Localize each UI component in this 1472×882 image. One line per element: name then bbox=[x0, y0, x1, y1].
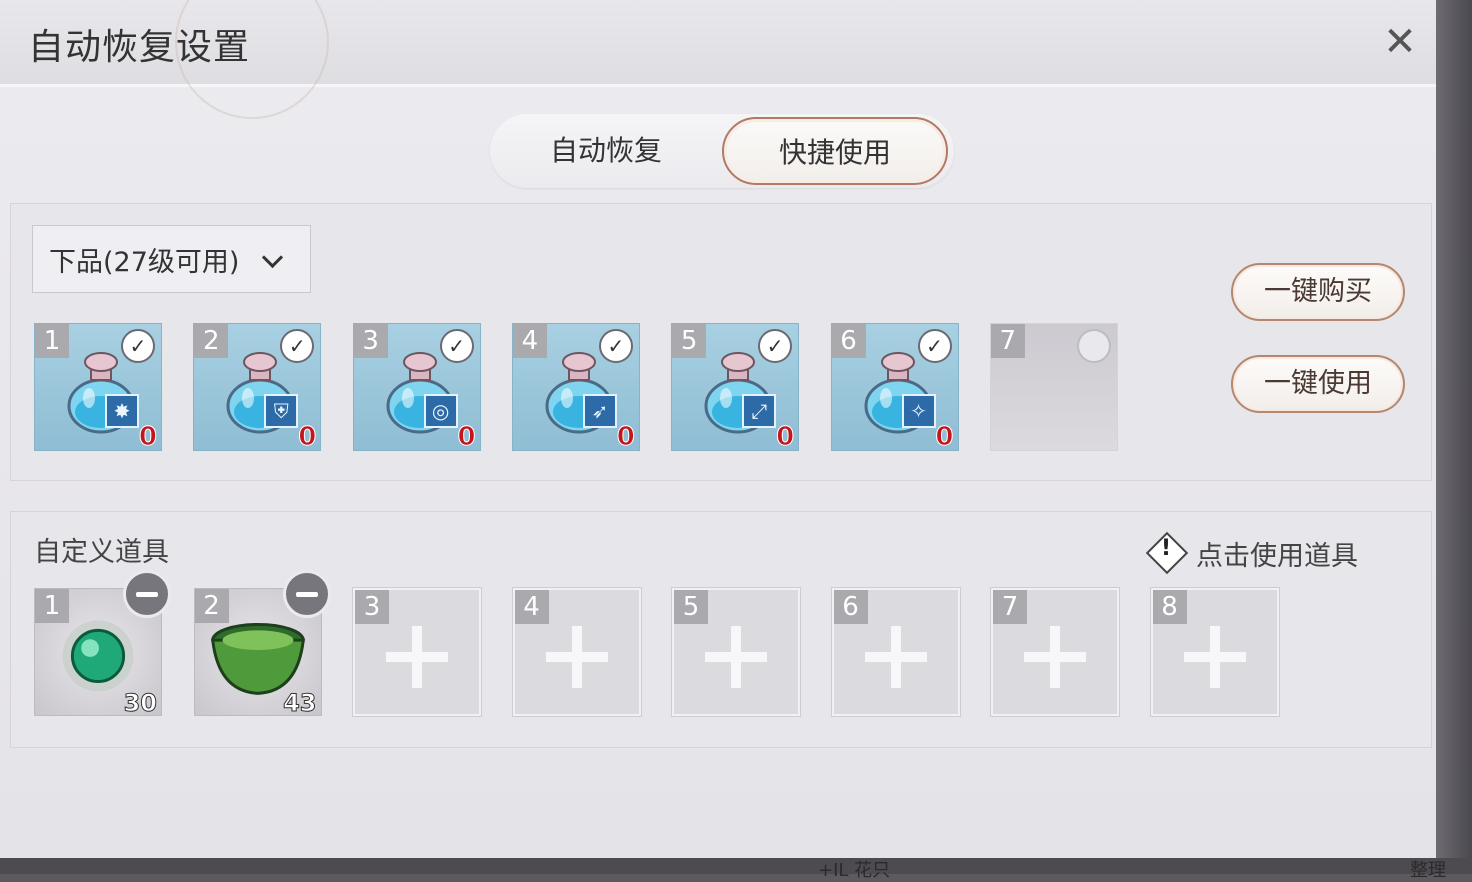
plus-icon bbox=[545, 626, 608, 688]
shield-icon: ⛨ bbox=[264, 394, 299, 428]
burst-icon: ✸ bbox=[105, 394, 139, 428]
add-item-slot[interactable]: 8 bbox=[1150, 588, 1279, 716]
item-quantity: 0 bbox=[616, 422, 635, 453]
custom-item-slot[interactable]: 2 43 bbox=[193, 570, 331, 718]
item-quantity: 0 bbox=[138, 422, 157, 453]
checkmark-icon[interactable]: ✓ bbox=[758, 329, 793, 363]
target-icon: ◎ bbox=[423, 394, 458, 428]
tab-auto-recover[interactable]: 自动恢复 bbox=[490, 114, 722, 188]
slot-number: 7 bbox=[990, 324, 1025, 358]
slot-number: 7 bbox=[993, 590, 1027, 624]
background-text-right: 整理 bbox=[1410, 860, 1446, 881]
slot-number: 8 bbox=[1152, 590, 1187, 624]
custom-items-title: 自定义道具 bbox=[34, 537, 169, 568]
plus-icon bbox=[864, 626, 927, 688]
quick-slot[interactable]: 7 bbox=[989, 323, 1118, 451]
remove-icon[interactable] bbox=[282, 570, 331, 618]
background-bottom: +IL 花只 整理 bbox=[0, 858, 1472, 881]
plus-icon bbox=[705, 626, 767, 688]
grade-select-value: 下品(27级可用) bbox=[49, 247, 240, 278]
custom-item-slot[interactable]: 1 30 bbox=[34, 570, 171, 718]
crest-icon: ✧ bbox=[901, 394, 936, 428]
slot-number: 6 bbox=[833, 590, 868, 624]
checkmark-icon[interactable]: ✓ bbox=[598, 329, 633, 363]
settings-dialog: 自动恢复设置 ✕ 自动恢复 快捷使用 下品(27级可用) 一键购买 一键使用 1… bbox=[0, 0, 1436, 858]
chevron-down-icon bbox=[261, 246, 284, 269]
slot-number: 4 bbox=[512, 324, 547, 358]
add-item-slot[interactable]: 5 bbox=[672, 588, 800, 716]
buy-all-button[interactable]: 一键购买 bbox=[1231, 263, 1405, 321]
plus-icon bbox=[386, 626, 448, 688]
remove-icon[interactable] bbox=[123, 570, 171, 618]
quick-slot[interactable]: 5 ⤢ 0 ✓ bbox=[671, 323, 800, 453]
unchecked-circle-icon[interactable] bbox=[1076, 329, 1111, 363]
checkmark-icon[interactable]: ✓ bbox=[121, 329, 155, 363]
item-quantity: 0 bbox=[457, 422, 476, 453]
close-icon[interactable]: ✕ bbox=[1378, 20, 1422, 64]
bow-icon: ⤢ bbox=[742, 394, 777, 428]
slot-number: 2 bbox=[194, 324, 229, 358]
item-count: 30 bbox=[123, 689, 157, 718]
quick-slot[interactable]: 3 ◎ 0 ✓ bbox=[352, 323, 481, 453]
plus-icon bbox=[1024, 626, 1086, 688]
slot-number: 3 bbox=[353, 324, 388, 358]
quick-slot[interactable]: 6 ✧ 0 ✓ bbox=[830, 323, 959, 453]
use-item-hint-label: 点击使用道具 bbox=[1196, 541, 1358, 572]
run-icon: ➶ bbox=[582, 394, 617, 428]
background-edge bbox=[1436, 0, 1472, 874]
grade-select[interactable]: 下品(27级可用) bbox=[32, 225, 311, 293]
checkmark-icon[interactable]: ✓ bbox=[439, 329, 474, 363]
dialog-header: 自动恢复设置 ✕ bbox=[0, 0, 1436, 119]
item-quantity: 0 bbox=[298, 422, 317, 453]
slot-number: 5 bbox=[672, 324, 707, 358]
item-count: 43 bbox=[283, 689, 317, 718]
slot-number: 1 bbox=[35, 324, 69, 358]
add-item-slot[interactable]: 4 bbox=[512, 588, 641, 716]
tab-bar: 自动恢复 快捷使用 bbox=[490, 114, 954, 188]
slot-number: 4 bbox=[514, 590, 549, 624]
checkmark-icon[interactable]: ✓ bbox=[280, 329, 315, 363]
quick-slot[interactable]: 1 ✸ 0 ✓ bbox=[34, 323, 162, 453]
use-all-button[interactable]: 一键使用 bbox=[1231, 355, 1405, 413]
item-quantity: 0 bbox=[776, 422, 795, 453]
quick-slot[interactable]: 4 ➶ 0 ✓ bbox=[511, 323, 640, 453]
plus-icon bbox=[1183, 626, 1246, 688]
add-item-slot[interactable]: 7 bbox=[991, 588, 1119, 716]
add-item-slot[interactable]: 6 bbox=[831, 588, 960, 716]
slot-number: 6 bbox=[831, 324, 866, 358]
tab-quick-use[interactable]: 快捷使用 bbox=[722, 117, 948, 185]
slot-number: 3 bbox=[355, 590, 389, 624]
background-text-left: +IL 花只 bbox=[818, 860, 891, 881]
slot-number: 5 bbox=[674, 590, 708, 624]
quick-slot[interactable]: 2 ⛨ 0 ✓ bbox=[193, 323, 322, 453]
dialog-title: 自动恢复设置 bbox=[28, 27, 251, 68]
checkmark-icon[interactable]: ✓ bbox=[917, 329, 952, 363]
add-item-slot[interactable]: 3 bbox=[353, 588, 481, 716]
item-quantity: 0 bbox=[935, 422, 954, 453]
